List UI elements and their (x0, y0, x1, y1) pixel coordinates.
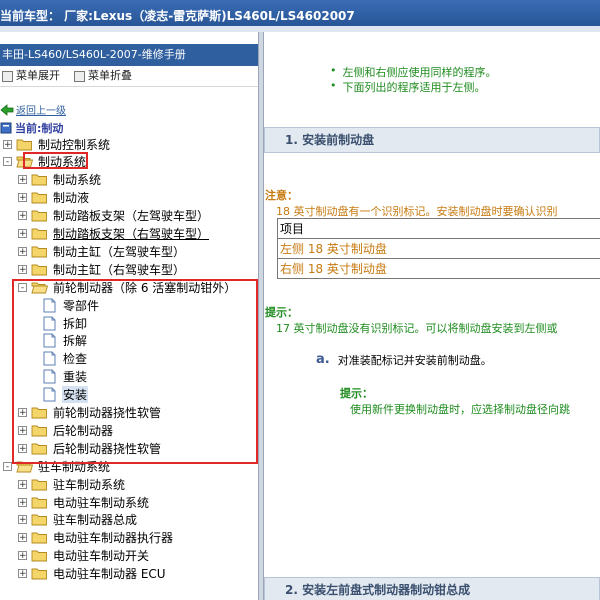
tree-item[interactable]: + 电动驻车制动器执行器 (18, 529, 174, 547)
folder-icon (31, 264, 47, 276)
folder-icon (31, 192, 47, 204)
content-panel: • 左侧和右侧应使用同样的程序。 • 下面列出的程序适用于左侧。 1. 安装前制… (264, 44, 600, 600)
table-row: 右侧 18 英寸制动盘 (277, 258, 600, 279)
tree-item-label: 电动驻车制动器 ECU (53, 567, 166, 582)
expand-toggle-icon[interactable]: + (18, 533, 27, 543)
folder-icon (16, 139, 32, 150)
current-location: 当前:制动 (0, 120, 63, 136)
folder-icon (31, 174, 47, 186)
tree-item-label: 制动踏板支架（左驾驶车型） (53, 209, 210, 224)
tree-item-label: 驻车制动器总成 (53, 513, 138, 528)
tree-item-label: 制动系统 (53, 173, 102, 188)
bullet-dot: • (330, 79, 337, 92)
rotor-table: 项目 左侧 18 英寸制动盘 右侧 18 英寸制动盘 (277, 218, 600, 279)
title-strip (0, 26, 600, 32)
note-text: 18 英寸制动盘有一个识别标记。安装制动盘时要确认识别 (276, 205, 558, 218)
folder-icon (31, 497, 47, 508)
section-heading: 2. 安装左前盘式制动器制动钳总成 (264, 577, 600, 600)
folder-icon (31, 228, 47, 240)
expand-toggle-icon[interactable]: + (18, 569, 27, 579)
hint-heading: 提示： (340, 387, 373, 400)
expand-toggle-icon[interactable]: + (18, 515, 27, 525)
hint-heading: 提示： (265, 306, 298, 319)
note-heading: 注意： (265, 189, 298, 202)
expand-toggle-icon[interactable]: + (18, 175, 27, 185)
step-text: 对准装配标记并安装前制动盘。 (337, 354, 492, 367)
folder-icon (31, 568, 47, 580)
bullet-dot: • (330, 64, 337, 77)
tree-item[interactable]: + 制动踏板支架（左驾驶车型） (18, 207, 210, 225)
table-cell: 左侧 18 英寸制动盘 (277, 238, 600, 259)
tree-item-label: 制动液 (53, 191, 90, 206)
bullet-text: 左侧和右侧应使用同样的程序。 (342, 66, 497, 79)
tree-item-label: 电动驻车制动开关 (53, 549, 150, 564)
tree-item-label: 制动主缸（右驾驶车型） (53, 262, 186, 277)
hint-text: 使用新件更换制动盘时，应选择制动盘径向跳 (350, 403, 570, 416)
step-item: a. 对准装配标记并安装前制动盘。 (316, 352, 492, 368)
expand-menu-label: 菜单展开 (16, 69, 60, 82)
folder-icon (31, 532, 47, 544)
back-link-row: 返回上一级 (0, 102, 66, 117)
step-number: a. (316, 352, 330, 367)
window-title: 当前车型： 厂家:Lexus（凌志-雷克萨斯)LS460L/LS4602007 (0, 9, 355, 23)
folder-icon (31, 514, 47, 526)
toolbar: 菜单展开 菜单折叠 (0, 66, 258, 87)
expand-toggle-icon[interactable]: + (18, 551, 27, 561)
folder-icon (31, 550, 47, 562)
current-label: 当前:制动 (15, 122, 64, 135)
title-bar: 当前车型： 厂家:Lexus（凌志-雷克萨斯)LS460L/LS4602007 (0, 0, 600, 32)
book-title: 丰田-LS460/LS460L-2007-维修手册 (0, 44, 258, 66)
bullet-item: • 下面列出的程序适用于左侧。 (330, 79, 486, 95)
tree-item[interactable]: + 制动控制系统 (3, 135, 111, 153)
section-heading: 1. 安装前制动盘 (264, 127, 600, 153)
bullet-item: • 左侧和右侧应使用同样的程序。 (330, 64, 497, 80)
table-row: 项目 (277, 218, 600, 239)
tree-item[interactable]: + 制动系统 (18, 171, 102, 189)
expand-toggle-icon[interactable]: + (18, 193, 27, 203)
collapse-toggle-icon[interactable]: - (3, 157, 12, 167)
expand-toggle-icon[interactable]: + (18, 229, 27, 239)
folder-icon (31, 246, 47, 258)
bullet-text: 下面列出的程序适用于左侧。 (342, 81, 486, 94)
folder-icon (31, 210, 47, 222)
table-cell: 项目 (277, 218, 600, 239)
collapse-menu-label: 菜单折叠 (88, 69, 132, 82)
tree-item[interactable]: + 电动驻车制动开关 (18, 547, 150, 565)
expand-menu-button[interactable]: 菜单展开 (2, 66, 60, 86)
tree-item[interactable]: + 驻车制动系统 (18, 475, 126, 493)
tree-item-label: 制动主缸（左驾驶车型） (53, 244, 186, 259)
highlight-box-front-brake (12, 279, 258, 464)
expand-toggle-icon[interactable]: + (18, 246, 27, 256)
collapse-menu-button[interactable]: 菜单折叠 (74, 66, 132, 86)
tree-item[interactable]: + 制动主缸（左驾驶车型） (18, 242, 186, 260)
tree-item-label: 驻车制动系统 (53, 477, 126, 492)
expand-toggle-icon[interactable]: + (18, 497, 27, 507)
table-row: 左侧 18 英寸制动盘 (277, 238, 600, 259)
collapse-toggle-icon[interactable]: - (3, 461, 12, 471)
tree-item[interactable]: + 驻车制动器总成 (18, 511, 138, 529)
hint-text: 17 英寸制动盘没有识别标记。可以将制动盘安装到左侧或 (276, 322, 558, 335)
expand-toggle-icon[interactable]: + (18, 211, 27, 221)
table-cell: 右侧 18 英寸制动盘 (277, 258, 600, 279)
collapse-icon (74, 70, 85, 82)
tree-item-label: 电动驻车制动器执行器 (53, 531, 174, 546)
book-icon (0, 122, 12, 134)
folder-icon (31, 479, 47, 491)
expand-toggle-icon[interactable]: + (18, 479, 27, 489)
tree-item-label: 制动踏板支架（右驾驶车型） (53, 227, 210, 241)
back-link[interactable]: 返回上一级 (16, 102, 66, 117)
tree-item[interactable]: + 电动驻车制动器 ECU (18, 565, 167, 583)
expand-toggle-icon[interactable]: + (18, 264, 27, 274)
tree-item[interactable]: + 制动主缸（右驾驶车型） (18, 260, 186, 278)
highlight-box-brake-system (23, 152, 88, 169)
expand-toggle-icon[interactable]: + (3, 139, 12, 149)
tree-item[interactable]: + 电动驻车制动系统 (18, 493, 150, 511)
tree-item-label: 电动驻车制动系统 (53, 495, 150, 510)
tree-item-label: 制动控制系统 (38, 137, 111, 152)
expand-icon (2, 70, 13, 82)
back-arrow-icon (0, 103, 14, 116)
tree-item[interactable]: + 制动踏板支架（右驾驶车型） (18, 225, 210, 243)
tree-item[interactable]: + 制动液 (18, 189, 90, 207)
